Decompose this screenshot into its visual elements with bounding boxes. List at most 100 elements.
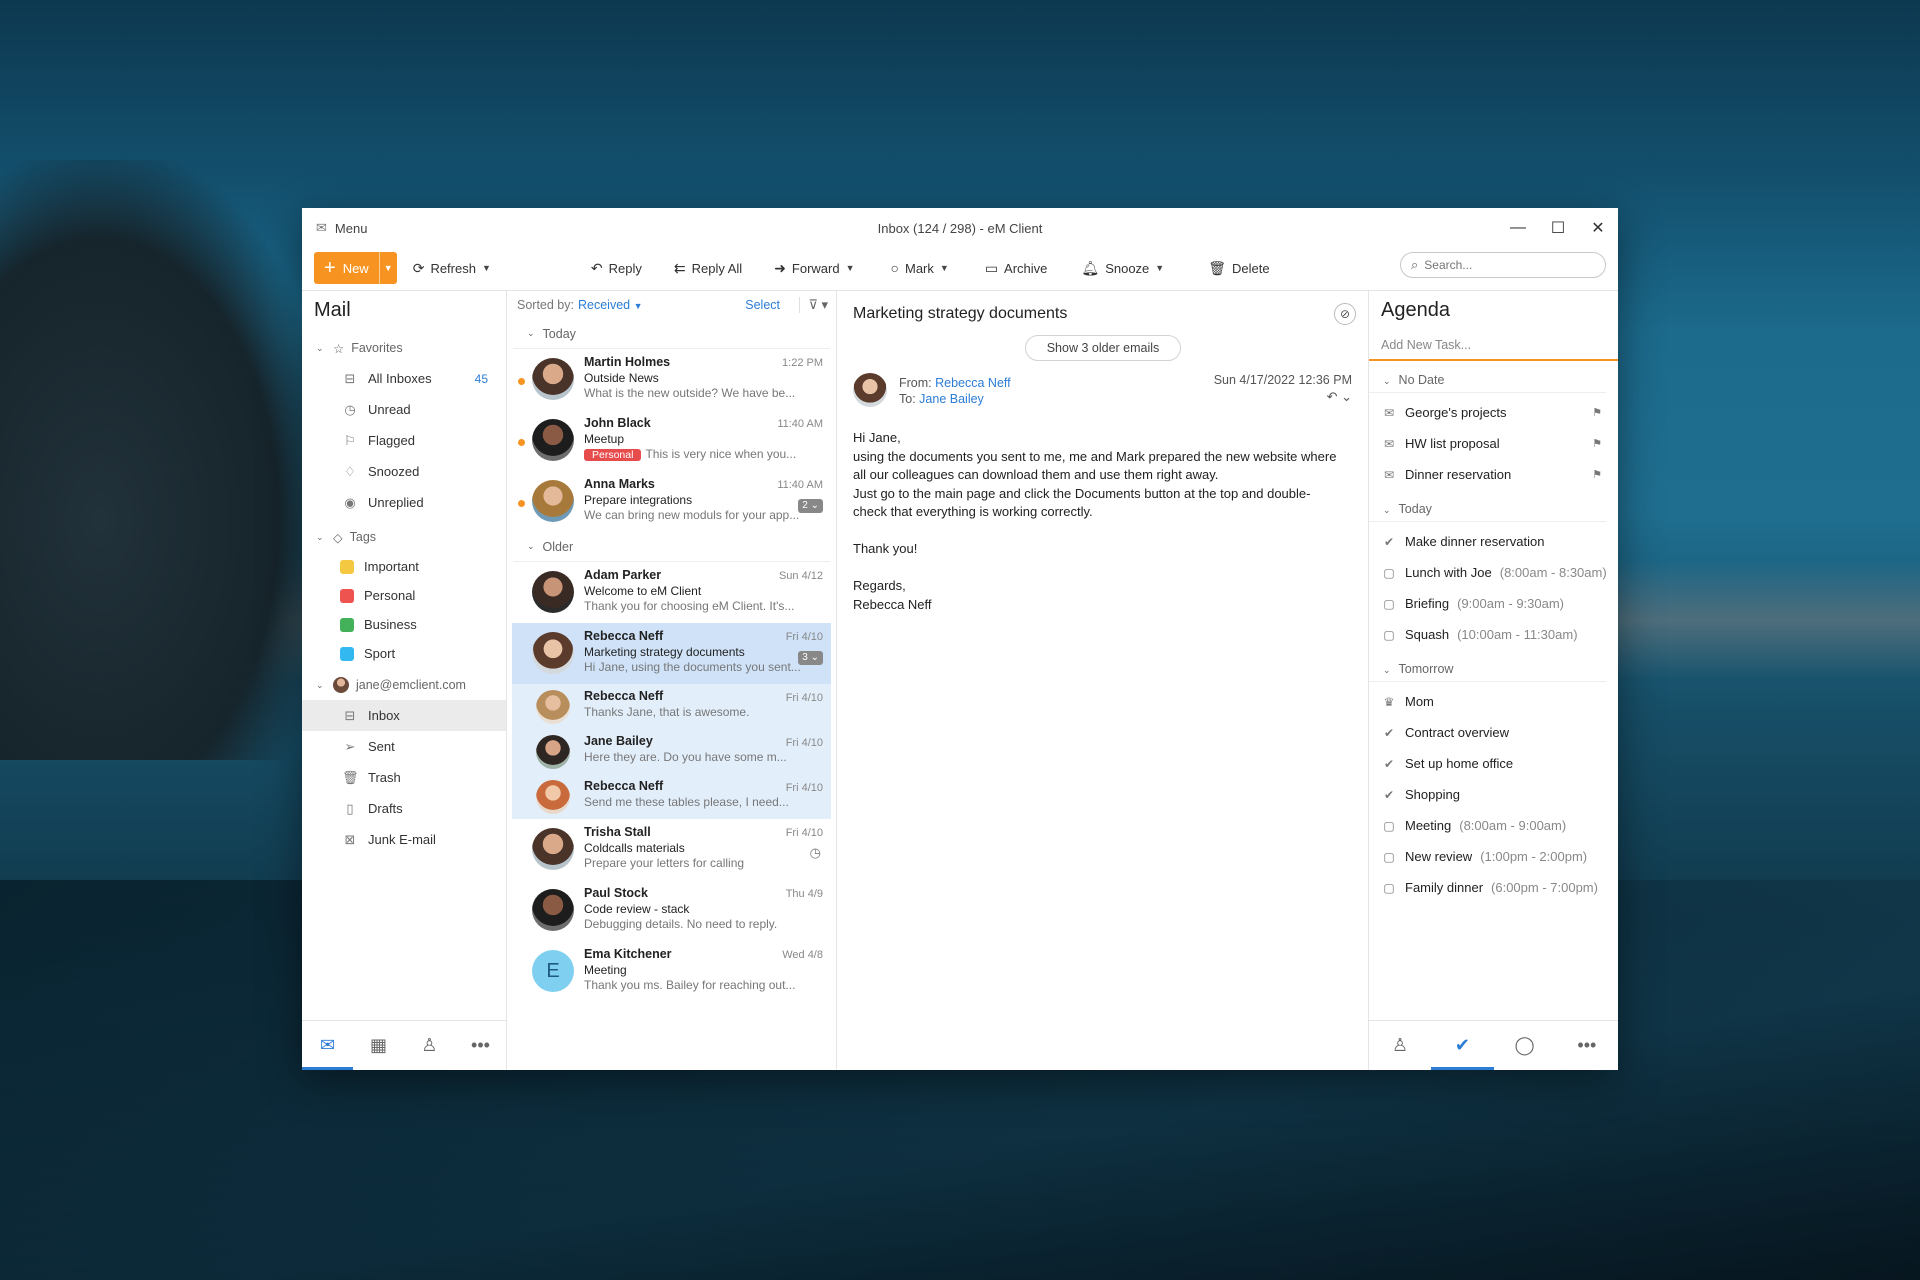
draft-icon: ▯ bbox=[346, 800, 354, 816]
agenda-item[interactable]: ▢ Briefing (9:00am - 9:30am) bbox=[1369, 588, 1618, 619]
agenda-item[interactable]: ✔ Contract overview bbox=[1369, 717, 1618, 748]
more-icon[interactable]: ••• bbox=[455, 1021, 506, 1070]
reply-options-icon[interactable]: ↶ ⌄ bbox=[1327, 389, 1352, 405]
favorites-group[interactable]: ⌄ ☆ Favorites bbox=[302, 333, 506, 363]
message-preview: Hi Jane, using the documents you sent... bbox=[584, 660, 801, 674]
title-bar: ✉ Menu Inbox (124 / 298) - eM Client — ☐… bbox=[302, 208, 1618, 248]
sidebar-item-unreplied[interactable]: ◉ Unreplied bbox=[302, 487, 506, 518]
mark-button[interactable]: ○ Mark ▼ bbox=[891, 260, 949, 276]
message-row[interactable]: Rebecca Neff Send me these tables please,… bbox=[512, 774, 831, 819]
add-task-input[interactable]: Add New Task... bbox=[1369, 331, 1618, 361]
message-time: 11:40 AM bbox=[777, 479, 823, 491]
tag-item-business[interactable]: Business bbox=[302, 610, 506, 639]
trash-icon: 🗑︎ bbox=[1208, 259, 1226, 276]
contacts-icon[interactable]: ♙ bbox=[1369, 1021, 1431, 1070]
message-time: 1:22 PM bbox=[782, 357, 823, 369]
message-time: Thu 4/9 bbox=[785, 888, 823, 900]
group-older[interactable]: ⌄ Older bbox=[513, 532, 830, 562]
folder-drafts[interactable]: ▯ Drafts bbox=[302, 793, 506, 824]
message-row[interactable]: Paul Stock Code review - stack Debugging d… bbox=[512, 880, 831, 941]
message-row[interactable]: Trisha Stall Coldcalls materials Prepare y… bbox=[512, 819, 831, 880]
contacts-icon[interactable]: ♙ bbox=[404, 1021, 455, 1070]
message-row[interactable]: E Ema Kitchener Meeting Thank you ms. Baile… bbox=[512, 941, 831, 1002]
agenda-item[interactable]: ✔ Make dinner reservation bbox=[1369, 526, 1618, 557]
avatar bbox=[532, 632, 574, 674]
chat-icon[interactable]: ◯ bbox=[1494, 1021, 1556, 1070]
agenda-item[interactable]: ✔ Set up home office bbox=[1369, 748, 1618, 779]
message-header: From: Rebecca Neff To: Jane Bailey Sun 4… bbox=[853, 373, 1352, 413]
delete-button[interactable]: 🗑︎ Delete bbox=[1208, 260, 1269, 277]
message-row[interactable]: Rebecca Neff Thanks Jane, that is awesome… bbox=[512, 684, 831, 729]
new-button[interactable]: + New ▼ bbox=[314, 252, 397, 284]
flag-icon[interactable]: ⚑ bbox=[1592, 437, 1602, 450]
tag-label: Business bbox=[364, 617, 417, 632]
flag-icon[interactable]: ⚑ bbox=[1592, 468, 1602, 481]
archive-button[interactable]: ▭ Archive bbox=[985, 260, 1048, 277]
agenda-item[interactable]: ✉ George's projects ⚑ bbox=[1369, 397, 1618, 428]
folder-junk-e-mail[interactable]: ⊠ Junk E-mail bbox=[302, 824, 506, 855]
sort-dropdown[interactable]: Received ▼ bbox=[578, 298, 643, 312]
account-group[interactable]: ⌄ jane@emclient.com bbox=[302, 670, 506, 700]
forward-button[interactable]: ➜ Forward ▼ bbox=[774, 260, 854, 277]
reply-button[interactable]: ↶ Reply bbox=[591, 260, 642, 277]
folder-label: Sent bbox=[368, 739, 395, 754]
agenda-item[interactable]: ▢ New review (1:00pm - 2:00pm) bbox=[1369, 841, 1618, 872]
snooze-button[interactable]: 🔔︎ Snooze ▼ bbox=[1081, 260, 1164, 277]
folder-sent[interactable]: ➢ Sent bbox=[302, 731, 506, 762]
thread-count-badge[interactable]: 3 ⌄ bbox=[798, 651, 823, 665]
more-icon[interactable]: ••• bbox=[1556, 1021, 1618, 1070]
message-row[interactable]: Martin Holmes Outside News What is the new… bbox=[512, 349, 831, 410]
group-today[interactable]: ⌄ Today bbox=[513, 319, 830, 349]
flag-icon[interactable]: ⚑ bbox=[1592, 406, 1602, 419]
recipient-link[interactable]: Jane Bailey bbox=[919, 392, 984, 406]
tag-item-important[interactable]: Important bbox=[302, 552, 506, 581]
sidebar-item-snoozed[interactable]: ♢ Snoozed bbox=[302, 456, 506, 487]
sender-link[interactable]: Rebecca Neff bbox=[935, 376, 1011, 390]
agenda-item[interactable]: ♛ Mom bbox=[1369, 686, 1618, 717]
thread-count-badge[interactable]: 2 ⌄ bbox=[798, 499, 823, 513]
agenda-item[interactable]: ✉ Dinner reservation ⚑ bbox=[1369, 459, 1618, 490]
agenda-item[interactable]: ✔ Shopping bbox=[1369, 779, 1618, 810]
folder-inbox[interactable]: ⊟ Inbox bbox=[302, 700, 506, 731]
message-row[interactable]: Jane Bailey Here they are. Do you have so… bbox=[512, 729, 831, 774]
agenda-item[interactable]: ▢ Squash (10:00am - 11:30am) bbox=[1369, 619, 1618, 650]
sidebar-item-flagged[interactable]: ⚐ Flagged bbox=[302, 425, 506, 456]
mail-icon[interactable]: ✉ bbox=[302, 1021, 353, 1070]
agenda-item[interactable]: ▢ Lunch with Joe (8:00am - 8:30am) bbox=[1369, 557, 1618, 588]
reply-all-button[interactable]: ⇇ Reply All bbox=[674, 260, 742, 277]
tag-item-sport[interactable]: Sport bbox=[302, 639, 506, 668]
message-row[interactable]: Anna Marks Prepare integrations We can bri… bbox=[512, 471, 831, 532]
calendar-icon[interactable]: ▦ bbox=[353, 1021, 404, 1070]
message-body: Hi Jane, using the documents you sent to… bbox=[853, 430, 1337, 612]
maximize-icon[interactable]: ☐ bbox=[1538, 208, 1578, 248]
agenda-group-no-date[interactable]: ⌄ No Date bbox=[1369, 361, 1606, 393]
select-button[interactable]: Select bbox=[745, 298, 780, 312]
avatar bbox=[532, 358, 574, 400]
new-dropdown-chevron-icon[interactable]: ▼ bbox=[378, 252, 397, 284]
tasks-check-icon[interactable]: ✔ bbox=[1431, 1021, 1494, 1070]
snooze-icon[interactable]: ◷ bbox=[810, 845, 821, 861]
agenda-item-label: Set up home office bbox=[1405, 756, 1514, 771]
tag-item-personal[interactable]: Personal bbox=[302, 581, 506, 610]
show-older-button[interactable]: Show 3 older emails bbox=[1025, 335, 1181, 361]
agenda-item[interactable]: ▢ Meeting (8:00am - 9:00am) bbox=[1369, 810, 1618, 841]
search-input[interactable] bbox=[1424, 258, 1585, 272]
agenda-item[interactable]: ✉ HW list proposal ⚑ bbox=[1369, 428, 1618, 459]
agenda-group-tomorrow[interactable]: ⌄ Tomorrow bbox=[1369, 650, 1606, 682]
tags-group[interactable]: ⌄ ◇ Tags bbox=[302, 522, 506, 552]
folder-trash[interactable]: 🗑︎ Trash bbox=[302, 762, 506, 793]
agenda-group-today[interactable]: ⌄ Today bbox=[1369, 490, 1606, 522]
minimize-icon[interactable]: — bbox=[1498, 208, 1538, 248]
sidebar-item-unread[interactable]: ◷ Unread bbox=[302, 394, 506, 425]
attachment-icon[interactable]: ⊘ bbox=[1334, 303, 1356, 325]
message-row[interactable]: John Black Meetup Personal This is very nic… bbox=[512, 410, 831, 471]
menu-button[interactable]: ✉ Menu bbox=[316, 220, 367, 236]
message-row[interactable]: Adam Parker Welcome to eM Client Thank you… bbox=[512, 562, 831, 623]
message-row[interactable]: Rebecca Neff Marketing strategy documents… bbox=[512, 623, 831, 684]
search-box[interactable]: ⌕ bbox=[1400, 252, 1606, 278]
sidebar-item-all-inboxes[interactable]: ⊟ All Inboxes 45 bbox=[302, 363, 506, 394]
close-icon[interactable]: ✕ bbox=[1578, 208, 1618, 248]
refresh-button[interactable]: ⟳ Refresh ▼ bbox=[413, 260, 491, 277]
agenda-item[interactable]: ▢ Family dinner (6:00pm - 7:00pm) bbox=[1369, 872, 1618, 903]
filter-icon[interactable]: ⊽ ▾ bbox=[799, 297, 828, 313]
